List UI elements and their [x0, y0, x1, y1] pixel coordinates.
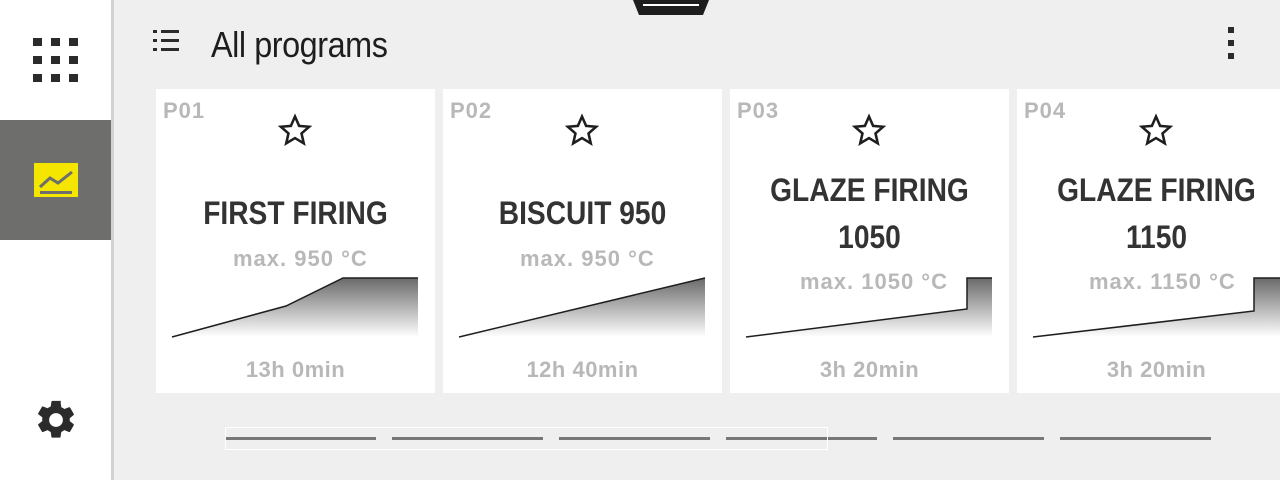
favorite-star-icon[interactable] [852, 113, 886, 147]
list-icon[interactable] [153, 28, 181, 54]
firing-curve [171, 277, 418, 338]
sidebar-item-settings[interactable] [0, 360, 111, 480]
program-name: GLAZE FIRING [1057, 172, 1256, 208]
firing-curve [458, 277, 706, 338]
grid-icon [32, 38, 78, 82]
program-number: P04 [1024, 98, 1067, 123]
pagination-visible-window [225, 427, 828, 450]
program-number: P03 [737, 98, 780, 123]
program-name: GLAZE FIRING [770, 172, 969, 208]
program-name: BISCUIT 950 [498, 195, 667, 231]
program-name: FIRST FIRING [203, 195, 388, 231]
page-title: All programs [211, 24, 388, 65]
page-indicator[interactable] [893, 437, 1044, 440]
program-duration: 3h 20min [819, 357, 920, 382]
favorite-star-icon[interactable] [278, 113, 312, 147]
program-name-line2: 1050 [838, 219, 901, 255]
program-number: P02 [450, 98, 493, 123]
program-card[interactable]: P02 BISCUIT 950 max. 950 °C 12h 40min [443, 89, 722, 393]
gear-icon [37, 400, 74, 438]
sidebar-item-programs[interactable] [0, 120, 111, 240]
program-max-temp: max. 1050 °C [800, 269, 948, 294]
program-card[interactable]: P03 GLAZE FIRING 1050 max. 1050 °C 3h 20… [730, 89, 1009, 393]
program-max-temp: max. 1150 °C [1089, 269, 1236, 294]
program-card[interactable]: P01 FIRST FIRING max. 950 °C 13h 0min [156, 89, 435, 393]
sidebar [0, 0, 114, 480]
favorite-star-icon[interactable] [1139, 113, 1173, 147]
page-indicator[interactable] [1060, 437, 1211, 440]
program-number: P01 [163, 98, 206, 123]
pagination [225, 427, 1225, 452]
program-duration: 3h 20min [1106, 357, 1207, 382]
program-name-line2: 1150 [1125, 219, 1188, 255]
sidebar-item-apps[interactable] [0, 0, 111, 120]
program-duration: 12h 40min [526, 357, 639, 382]
program-carousel[interactable]: P01 FIRST FIRING max. 950 °C 13h 0min P0… [156, 89, 1280, 393]
more-vertical-icon[interactable] [1219, 26, 1243, 60]
program-duration: 13h 0min [245, 357, 346, 382]
chart-icon [33, 163, 78, 197]
header: All programs [114, 0, 1280, 88]
program-card[interactable]: P04 GLAZE FIRING 1150 max. 1150 °C 3h 20… [1017, 89, 1280, 393]
favorite-star-icon[interactable] [565, 113, 599, 147]
